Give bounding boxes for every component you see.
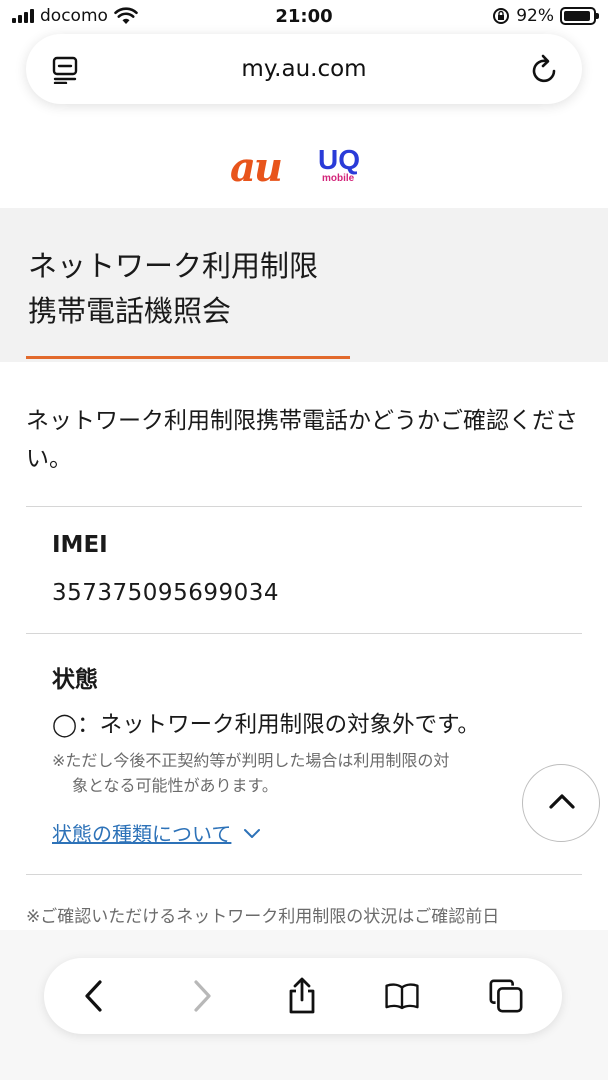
divider bbox=[26, 506, 582, 507]
divider bbox=[26, 633, 582, 634]
title-underline bbox=[26, 356, 350, 359]
status-types-link-label[interactable]: 状態の種類について bbox=[52, 818, 231, 847]
bookmarks-button[interactable] bbox=[384, 978, 420, 1014]
status-bar-right: 92% bbox=[492, 6, 599, 26]
au-logo: au bbox=[230, 144, 283, 191]
intro-text: ネットワーク利用制限携帯電話かどうかご確認ください。 bbox=[26, 408, 578, 472]
brand-logos: au UQ mobile bbox=[0, 140, 608, 200]
imei-label: IMEI bbox=[52, 532, 108, 558]
address-bar[interactable]: my.au.com bbox=[26, 34, 582, 104]
status-bar: docomo 21:00 92% bbox=[0, 0, 608, 34]
back-button[interactable] bbox=[76, 978, 112, 1014]
share-button[interactable] bbox=[284, 977, 320, 1014]
uq-logo-text: UQ bbox=[318, 144, 360, 175]
reload-icon[interactable] bbox=[530, 53, 560, 85]
status-note-line2: 象となる可能性があります。 bbox=[72, 776, 278, 795]
title-band: ネットワーク利用制限 携帯電話機照会 bbox=[0, 208, 608, 362]
battery-percent: 92% bbox=[516, 6, 554, 26]
battery-icon bbox=[560, 7, 599, 25]
chevron-up-icon bbox=[549, 794, 575, 809]
page-title-line1: ネットワーク利用制限 bbox=[28, 249, 319, 283]
uq-mobile-logo: UQ mobile bbox=[318, 146, 360, 184]
bookmarks-icon bbox=[385, 983, 419, 1010]
status-note-line1: ※ただし今後不正契約等が判明した場合は利用制限の対 bbox=[52, 751, 450, 770]
page-title-line2: 携帯電話機照会 bbox=[28, 294, 232, 328]
tabs-icon bbox=[489, 979, 523, 1013]
status-label: 状態 bbox=[52, 667, 98, 693]
scroll-to-top-button[interactable] bbox=[522, 764, 600, 842]
chevron-down-icon bbox=[244, 828, 261, 838]
status-value: ◯：ネットワーク利用制限の対象外です。 bbox=[52, 712, 480, 738]
tabs-button[interactable] bbox=[488, 978, 524, 1014]
bottom-note: ※ご確認いただけるネットワーク利用制限の状況はご確認前日 bbox=[26, 907, 500, 927]
divider bbox=[26, 874, 582, 875]
imei-value: 357375095699034 bbox=[52, 580, 279, 606]
status-types-link[interactable]: 状態の種類について bbox=[52, 818, 261, 847]
page-title: ネットワーク利用制限 携帯電話機照会 bbox=[28, 244, 318, 334]
share-icon bbox=[289, 977, 315, 1014]
forward-icon bbox=[194, 980, 211, 1012]
browser-toolbar bbox=[44, 958, 562, 1034]
back-icon bbox=[85, 980, 102, 1012]
url-text[interactable]: my.au.com bbox=[26, 56, 582, 82]
uq-logo-subtext: mobile bbox=[322, 173, 355, 184]
orientation-lock-icon bbox=[493, 8, 510, 24]
forward-button[interactable] bbox=[184, 978, 220, 1014]
status-note: ※ただし今後不正契約等が判明した場合は利用制限の対 象となる可能性があります。 bbox=[52, 748, 542, 798]
battery-fill bbox=[564, 11, 590, 21]
